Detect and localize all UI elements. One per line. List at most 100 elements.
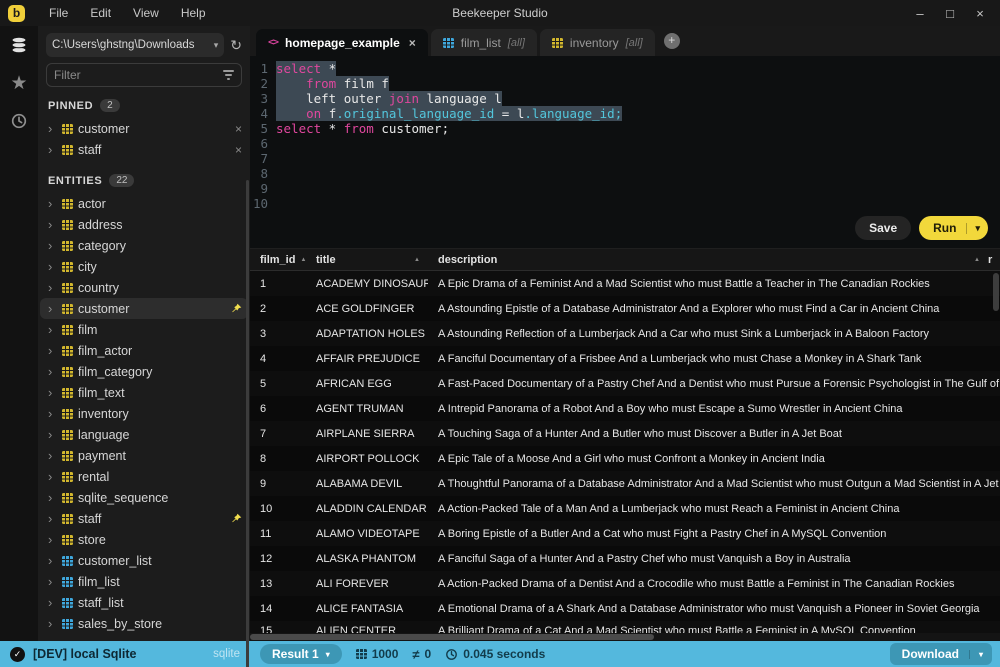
maximize-icon[interactable]: □: [940, 6, 960, 21]
menu-edit[interactable]: Edit: [80, 3, 121, 23]
table-row[interactable]: 11ALAMO VIDEOTAPEA Boring Epistle of a B…: [250, 521, 1000, 546]
menu-view[interactable]: View: [123, 3, 169, 23]
cell-description[interactable]: A Fast-Paced Documentary of a Pastry Che…: [428, 378, 1000, 390]
table-row[interactable]: 9ALABAMA DEVILA Thoughtful Panorama of a…: [250, 471, 1000, 496]
chevron-right-icon[interactable]: ›: [48, 617, 57, 630]
sidebar-item-film_text[interactable]: ›film_text: [38, 382, 250, 403]
run-dropdown-icon[interactable]: ▾: [966, 223, 988, 234]
column-header-partial[interactable]: r: [986, 254, 1000, 266]
cell-title[interactable]: ALADDIN CALENDAR: [306, 503, 428, 515]
chevron-right-icon[interactable]: ›: [48, 260, 57, 273]
chevron-right-icon[interactable]: ›: [48, 470, 57, 483]
cell-title[interactable]: ALI FOREVER: [306, 578, 428, 590]
database-icon[interactable]: [8, 34, 30, 56]
column-header-title[interactable]: title ▲: [306, 254, 428, 266]
favorites-star-icon[interactable]: ★: [8, 72, 30, 94]
sidebar-item-film_actor[interactable]: ›film_actor: [38, 340, 250, 361]
sidebar-item-actor[interactable]: ›actor: [38, 193, 250, 214]
table-row[interactable]: 2ACE GOLDFINGERA Astounding Epistle of a…: [250, 296, 1000, 321]
cell-film_id[interactable]: 15: [250, 625, 306, 633]
cell-film_id[interactable]: 12: [250, 553, 306, 565]
cell-title[interactable]: ACADEMY DINOSAUR: [306, 278, 428, 290]
minimize-icon[interactable]: –: [910, 6, 930, 21]
table-row[interactable]: 7AIRPLANE SIERRAA Touching Saga of a Hun…: [250, 421, 1000, 446]
sidebar-item-film_list[interactable]: ›film_list: [38, 571, 250, 592]
sidebar-item-rental[interactable]: ›rental: [38, 466, 250, 487]
tab-inventory[interactable]: inventory [all]: [540, 29, 655, 56]
menu-file[interactable]: File: [39, 3, 78, 23]
sidebar-item-payment[interactable]: ›payment: [38, 445, 250, 466]
sidebar-item-address[interactable]: ›address: [38, 214, 250, 235]
pinned-item-staff[interactable]: ›staff×: [38, 139, 250, 160]
table-row[interactable]: 13ALI FOREVERA Action-Packed Drama of a …: [250, 571, 1000, 596]
cell-film_id[interactable]: 11: [250, 528, 306, 540]
sidebar-item-customer_list[interactable]: ›customer_list: [38, 550, 250, 571]
cell-film_id[interactable]: 1: [250, 278, 306, 290]
chevron-right-icon[interactable]: ›: [48, 449, 57, 462]
table-row[interactable]: 3ADAPTATION HOLESA Astounding Reflection…: [250, 321, 1000, 346]
sidebar-item-inventory[interactable]: ›inventory: [38, 403, 250, 424]
pinned-item-customer[interactable]: ›customer×: [38, 118, 250, 139]
cell-film_id[interactable]: 6: [250, 403, 306, 415]
cell-description[interactable]: A Astounding Reflection of a Lumberjack …: [428, 328, 1000, 340]
chevron-right-icon[interactable]: ›: [48, 407, 57, 420]
chevron-right-icon[interactable]: ›: [48, 122, 57, 135]
cell-film_id[interactable]: 10: [250, 503, 306, 515]
sidebar-item-sales_by_store[interactable]: ›sales_by_store: [38, 613, 250, 634]
chevron-right-icon[interactable]: ›: [48, 428, 57, 441]
cell-title[interactable]: AIRPORT POLLOCK: [306, 453, 428, 465]
save-button[interactable]: Save: [855, 216, 911, 240]
cell-title[interactable]: ALABAMA DEVIL: [306, 478, 428, 490]
cell-film_id[interactable]: 2: [250, 303, 306, 315]
cell-title[interactable]: AFRICAN EGG: [306, 378, 428, 390]
cell-film_id[interactable]: 7: [250, 428, 306, 440]
sidebar-item-category[interactable]: ›category: [38, 235, 250, 256]
sidebar-item-film_category[interactable]: ›film_category: [38, 361, 250, 382]
cell-title[interactable]: ADAPTATION HOLES: [306, 328, 428, 340]
column-header-description[interactable]: description ▲: [428, 254, 986, 266]
menu-help[interactable]: Help: [171, 3, 216, 23]
chevron-right-icon[interactable]: ›: [48, 239, 57, 252]
sidebar-scrollbar[interactable]: [246, 180, 249, 667]
sidebar-item-customer[interactable]: ›customer: [40, 298, 248, 319]
chevron-right-icon[interactable]: ›: [48, 533, 57, 546]
sidebar-item-sqlite_sequence[interactable]: ›sqlite_sequence: [38, 487, 250, 508]
filter-input[interactable]: [54, 68, 223, 82]
cell-title[interactable]: AIRPLANE SIERRA: [306, 428, 428, 440]
sql-editor[interactable]: 1select *2 from film f3 left outer join …: [250, 56, 1000, 248]
sidebar-item-language[interactable]: ›language: [38, 424, 250, 445]
tab-film-list[interactable]: film_list [all]: [431, 29, 537, 56]
refresh-icon[interactable]: ↻: [230, 37, 242, 54]
table-row[interactable]: 15ALIEN CENTERA Brilliant Drama of a Cat…: [250, 621, 1000, 633]
sidebar-item-store[interactable]: ›store: [38, 529, 250, 550]
chevron-right-icon[interactable]: ›: [48, 512, 57, 525]
cell-description[interactable]: A Thoughtful Panorama of a Database Admi…: [428, 478, 1000, 490]
cell-film_id[interactable]: 5: [250, 378, 306, 390]
chevron-right-icon[interactable]: ›: [48, 365, 57, 378]
cell-film_id[interactable]: 14: [250, 603, 306, 615]
chevron-right-icon[interactable]: ›: [48, 143, 57, 156]
chevron-right-icon[interactable]: ›: [48, 323, 57, 336]
pin-icon[interactable]: [231, 303, 242, 314]
table-row[interactable]: 8AIRPORT POLLOCKA Epic Tale of a Moose A…: [250, 446, 1000, 471]
sidebar-item-staff[interactable]: ›staff: [38, 508, 250, 529]
sidebar-item-staff_list[interactable]: ›staff_list: [38, 592, 250, 613]
result-select[interactable]: Result 1 ▾: [260, 644, 342, 664]
cell-title[interactable]: AGENT TRUMAN: [306, 403, 428, 415]
download-dropdown-icon[interactable]: ▾: [969, 650, 992, 659]
connection-name[interactable]: [DEV] local Sqlite: [33, 647, 205, 661]
chevron-right-icon[interactable]: ›: [48, 218, 57, 231]
cell-title[interactable]: ALAMO VIDEOTAPE: [306, 528, 428, 540]
cell-film_id[interactable]: 13: [250, 578, 306, 590]
cell-title[interactable]: ALASKA PHANTOM: [306, 553, 428, 565]
cell-title[interactable]: ALIEN CENTER: [306, 625, 428, 633]
sidebar-item-country[interactable]: ›country: [38, 277, 250, 298]
cell-title[interactable]: ALICE FANTASIA: [306, 603, 428, 615]
history-clock-icon[interactable]: [8, 110, 30, 132]
cell-description[interactable]: A Boring Epistle of a Butler And a Cat w…: [428, 528, 1000, 540]
cell-description[interactable]: A Epic Tale of a Moose And a Girl who mu…: [428, 453, 1000, 465]
horizontal-scrollbar[interactable]: [250, 633, 1000, 641]
sidebar-item-film[interactable]: ›film: [38, 319, 250, 340]
tab-homepage-example[interactable]: <> homepage_example ×: [256, 29, 428, 56]
chevron-right-icon[interactable]: ›: [48, 197, 57, 210]
